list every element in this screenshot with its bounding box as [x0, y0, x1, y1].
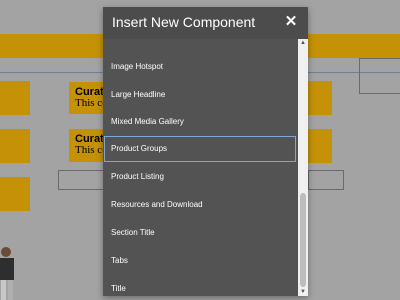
dialog-title: Insert New Component [112, 14, 256, 30]
component-item-section-title[interactable]: Section Title [104, 220, 296, 246]
component-item-title[interactable]: Title [104, 276, 296, 296]
page-outline-box [308, 170, 344, 190]
scroll-up-arrow-icon[interactable]: ▲ [298, 39, 308, 47]
component-item-product-listing[interactable]: Product Listing [104, 164, 296, 190]
scrollbar-thumb[interactable] [300, 193, 306, 287]
close-icon[interactable]: ✕ [283, 13, 299, 31]
page-outline-box [359, 58, 400, 94]
component-item-image-hotspot[interactable]: Image Hotspot [104, 54, 296, 80]
component-list: Image Hotspot Large Headline Mixed Media… [103, 39, 308, 296]
dialog-header: Insert New Component ✕ [103, 7, 308, 39]
page-side-block [308, 129, 332, 163]
component-item-mixed-media-gallery[interactable]: Mixed Media Gallery [104, 109, 296, 135]
component-item-product-groups[interactable]: Product Groups [104, 136, 296, 162]
page-side-block [0, 81, 30, 115]
insert-component-dialog: Insert New Component ✕ Image Hotspot Lar… [103, 7, 308, 296]
component-item-large-headline[interactable]: Large Headline [104, 82, 296, 108]
scroll-down-arrow-icon[interactable]: ▼ [298, 288, 308, 296]
page-side-block [308, 81, 332, 115]
person-image [0, 247, 14, 300]
page-side-block [0, 129, 30, 163]
list-scrollbar[interactable]: ▲ ▼ [298, 39, 308, 296]
page-outline-box [58, 170, 106, 190]
component-item-tabs[interactable]: Tabs [104, 248, 296, 274]
page-side-block [0, 177, 30, 211]
component-item-resources-and-download[interactable]: Resources and Download [104, 192, 296, 218]
